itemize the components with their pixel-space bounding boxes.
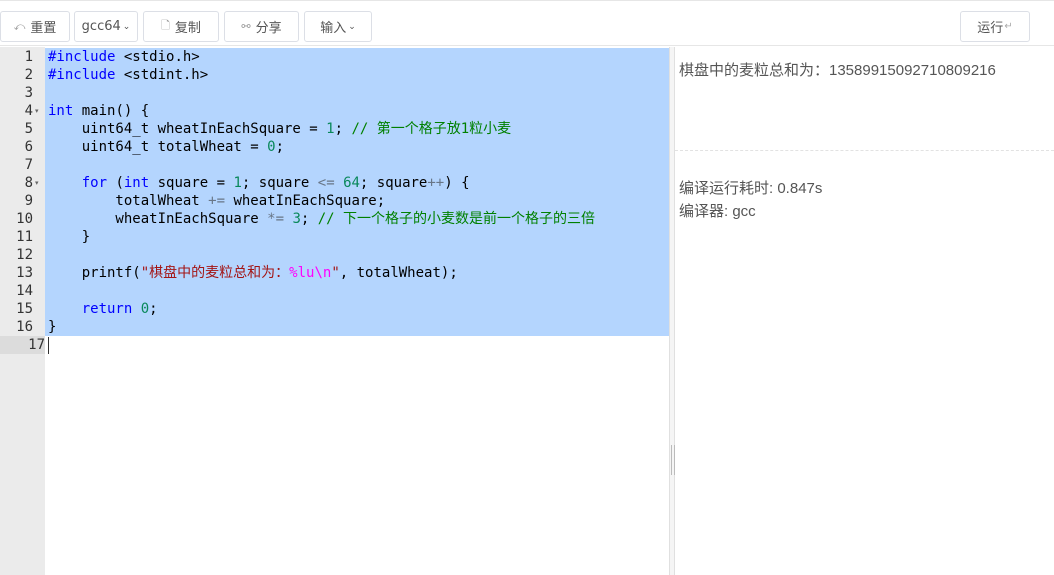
line-number: 6 [24, 139, 33, 155]
line-number: 9 [24, 193, 33, 209]
code-line: uint64_t wheatInEachSquare = 1; // 第一个格子… [48, 121, 512, 137]
output-divider [675, 150, 1054, 151]
output-panel: 棋盘中的麦粒总和为：13589915092710809216 编译运行耗时: 0… [675, 47, 1054, 575]
code-line: } [48, 229, 91, 245]
run-button[interactable]: 运行 ↵ [960, 11, 1030, 42]
line-number: 4 [24, 103, 33, 119]
line-number: 13 [16, 265, 33, 281]
input-label: 输入 [320, 21, 347, 36]
code-line: #include <stdint.h> [48, 67, 209, 83]
fold-arrow-icon[interactable]: ▾ [35, 174, 39, 192]
line-number: 5 [24, 121, 33, 137]
code-editor[interactable]: 1 2 3 4 ▾ 5 6 7 8 ▾ 9 10 11 12 13 14 15 16 17 #include <st… [0, 47, 669, 575]
line-number: 14 [16, 283, 33, 299]
run-label: 运行 [977, 21, 1004, 36]
code-line: printf("棋盘中的麦粒总和为：%lu\n", totalWheat); [48, 265, 458, 281]
line-number: 15 [16, 301, 33, 317]
code-line: return 0; [81, 301, 158, 317]
line-number: 16 [16, 319, 33, 335]
toolbar: ⤺ 重置 gcc64 ⌄ 🗋 复制 ⚯ 分享 输入 ⌄ 运行 ↵ [0, 0, 1054, 46]
text-cursor [48, 337, 49, 354]
line-number: 3 [24, 85, 33, 101]
link-icon: ⚯ [241, 20, 251, 33]
enter-icon: ↵ [1004, 21, 1013, 32]
share-label: 分享 [255, 21, 282, 36]
line-number: 8 [24, 175, 33, 191]
copy-button[interactable]: 🗋 复制 [143, 11, 219, 42]
code-line: int main() { [48, 103, 150, 119]
compiler-info: 编译器: gcc [679, 203, 756, 220]
line-number: 12 [16, 247, 33, 263]
code-line: wheatInEachSquare *= 3; // 下一个格子的小麦数是前一个… [48, 211, 596, 227]
input-button[interactable]: 输入 ⌄ [304, 11, 372, 42]
code-line: } [48, 319, 57, 335]
copy-icon: 🗋 [161, 19, 170, 32]
code-line: uint64_t totalWheat = 0; [48, 139, 285, 155]
program-output: 棋盘中的麦粒总和为：13589915092710809216 [679, 62, 996, 79]
reset-button[interactable]: ⤺ 重置 [0, 11, 70, 42]
line-number: 1 [24, 49, 33, 65]
line-number: 2 [24, 67, 33, 83]
undo-icon: ⤺ [13, 19, 26, 33]
run-time-info: 编译运行耗时: 0.847s [679, 180, 823, 197]
compiler-select[interactable]: gcc64 ⌄ [74, 11, 138, 42]
chevron-down-icon: ⌄ [122, 21, 131, 32]
line-number: 11 [16, 229, 33, 245]
compiler-select-value: gcc64 [81, 19, 121, 34]
share-button[interactable]: ⚯ 分享 [224, 11, 299, 42]
code-line: #include <stdio.h> [48, 49, 200, 65]
code-line: for (int square = 1; square <= 64; squar… [81, 175, 470, 191]
code-line: totalWheat += wheatInEachSquare; [48, 193, 386, 209]
fold-arrow-icon[interactable]: ▾ [35, 102, 39, 120]
code-runner-app: ⤺ 重置 gcc64 ⌄ 🗋 复制 ⚯ 分享 输入 ⌄ 运行 ↵ 1 2 3 4 ▾ 5 6… [0, 0, 1054, 575]
chevron-down-icon: ⌄ [348, 21, 356, 32]
line-number-gutter: 1 2 3 4 ▾ 5 6 7 8 ▾ 9 10 11 12 13 14 15 16 17 [0, 47, 45, 575]
copy-label: 复制 [174, 21, 201, 36]
line-number: 7 [24, 157, 33, 173]
reset-label: 重置 [30, 21, 57, 36]
line-number: 10 [16, 211, 33, 227]
line-number: 17 [0, 336, 45, 354]
